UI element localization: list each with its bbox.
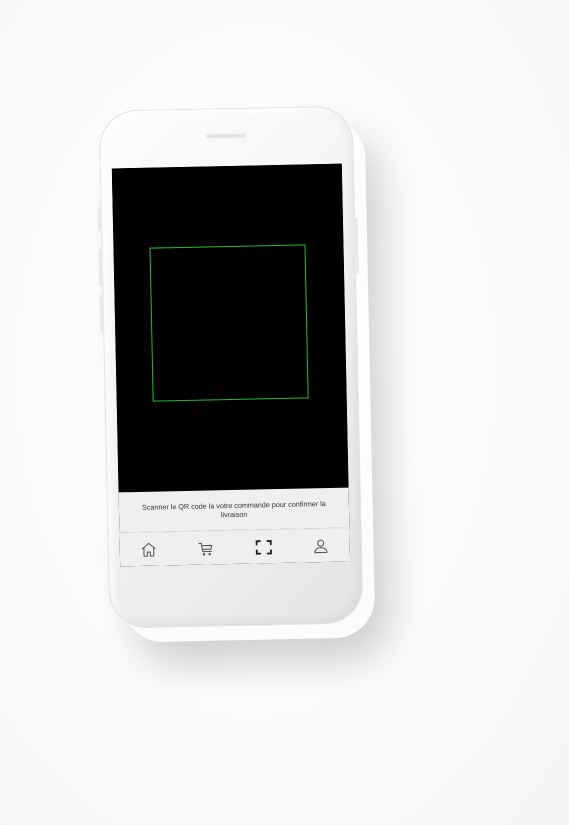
scan-icon [253,537,273,557]
tab-cart[interactable] [191,533,222,564]
bottom-tab-bar [119,527,351,567]
earpiece-speaker [206,133,247,139]
scan-instruction-panel: Scanner le QR code la votre commande pou… [118,487,350,533]
qr-scan-frame [149,244,309,402]
volume-up-button [98,248,104,287]
tab-home[interactable] [133,534,164,565]
home-icon [139,540,157,558]
volume-down-button [99,294,105,333]
tab-scan[interactable] [248,532,279,563]
cart-icon [197,539,215,557]
phone-screen: Scanner le QR code la votre commande pou… [111,163,351,567]
scan-instruction-text: Scanner le QR code la votre commande pou… [141,499,326,519]
phone-frame: Scanner le QR code la votre commande pou… [97,105,364,629]
user-icon [312,536,330,554]
mockup-stage: Scanner le QR code la votre commande pou… [0,0,569,825]
tab-profile[interactable] [306,530,337,561]
mute-switch [97,206,103,231]
camera-viewfinder[interactable] [111,163,349,493]
